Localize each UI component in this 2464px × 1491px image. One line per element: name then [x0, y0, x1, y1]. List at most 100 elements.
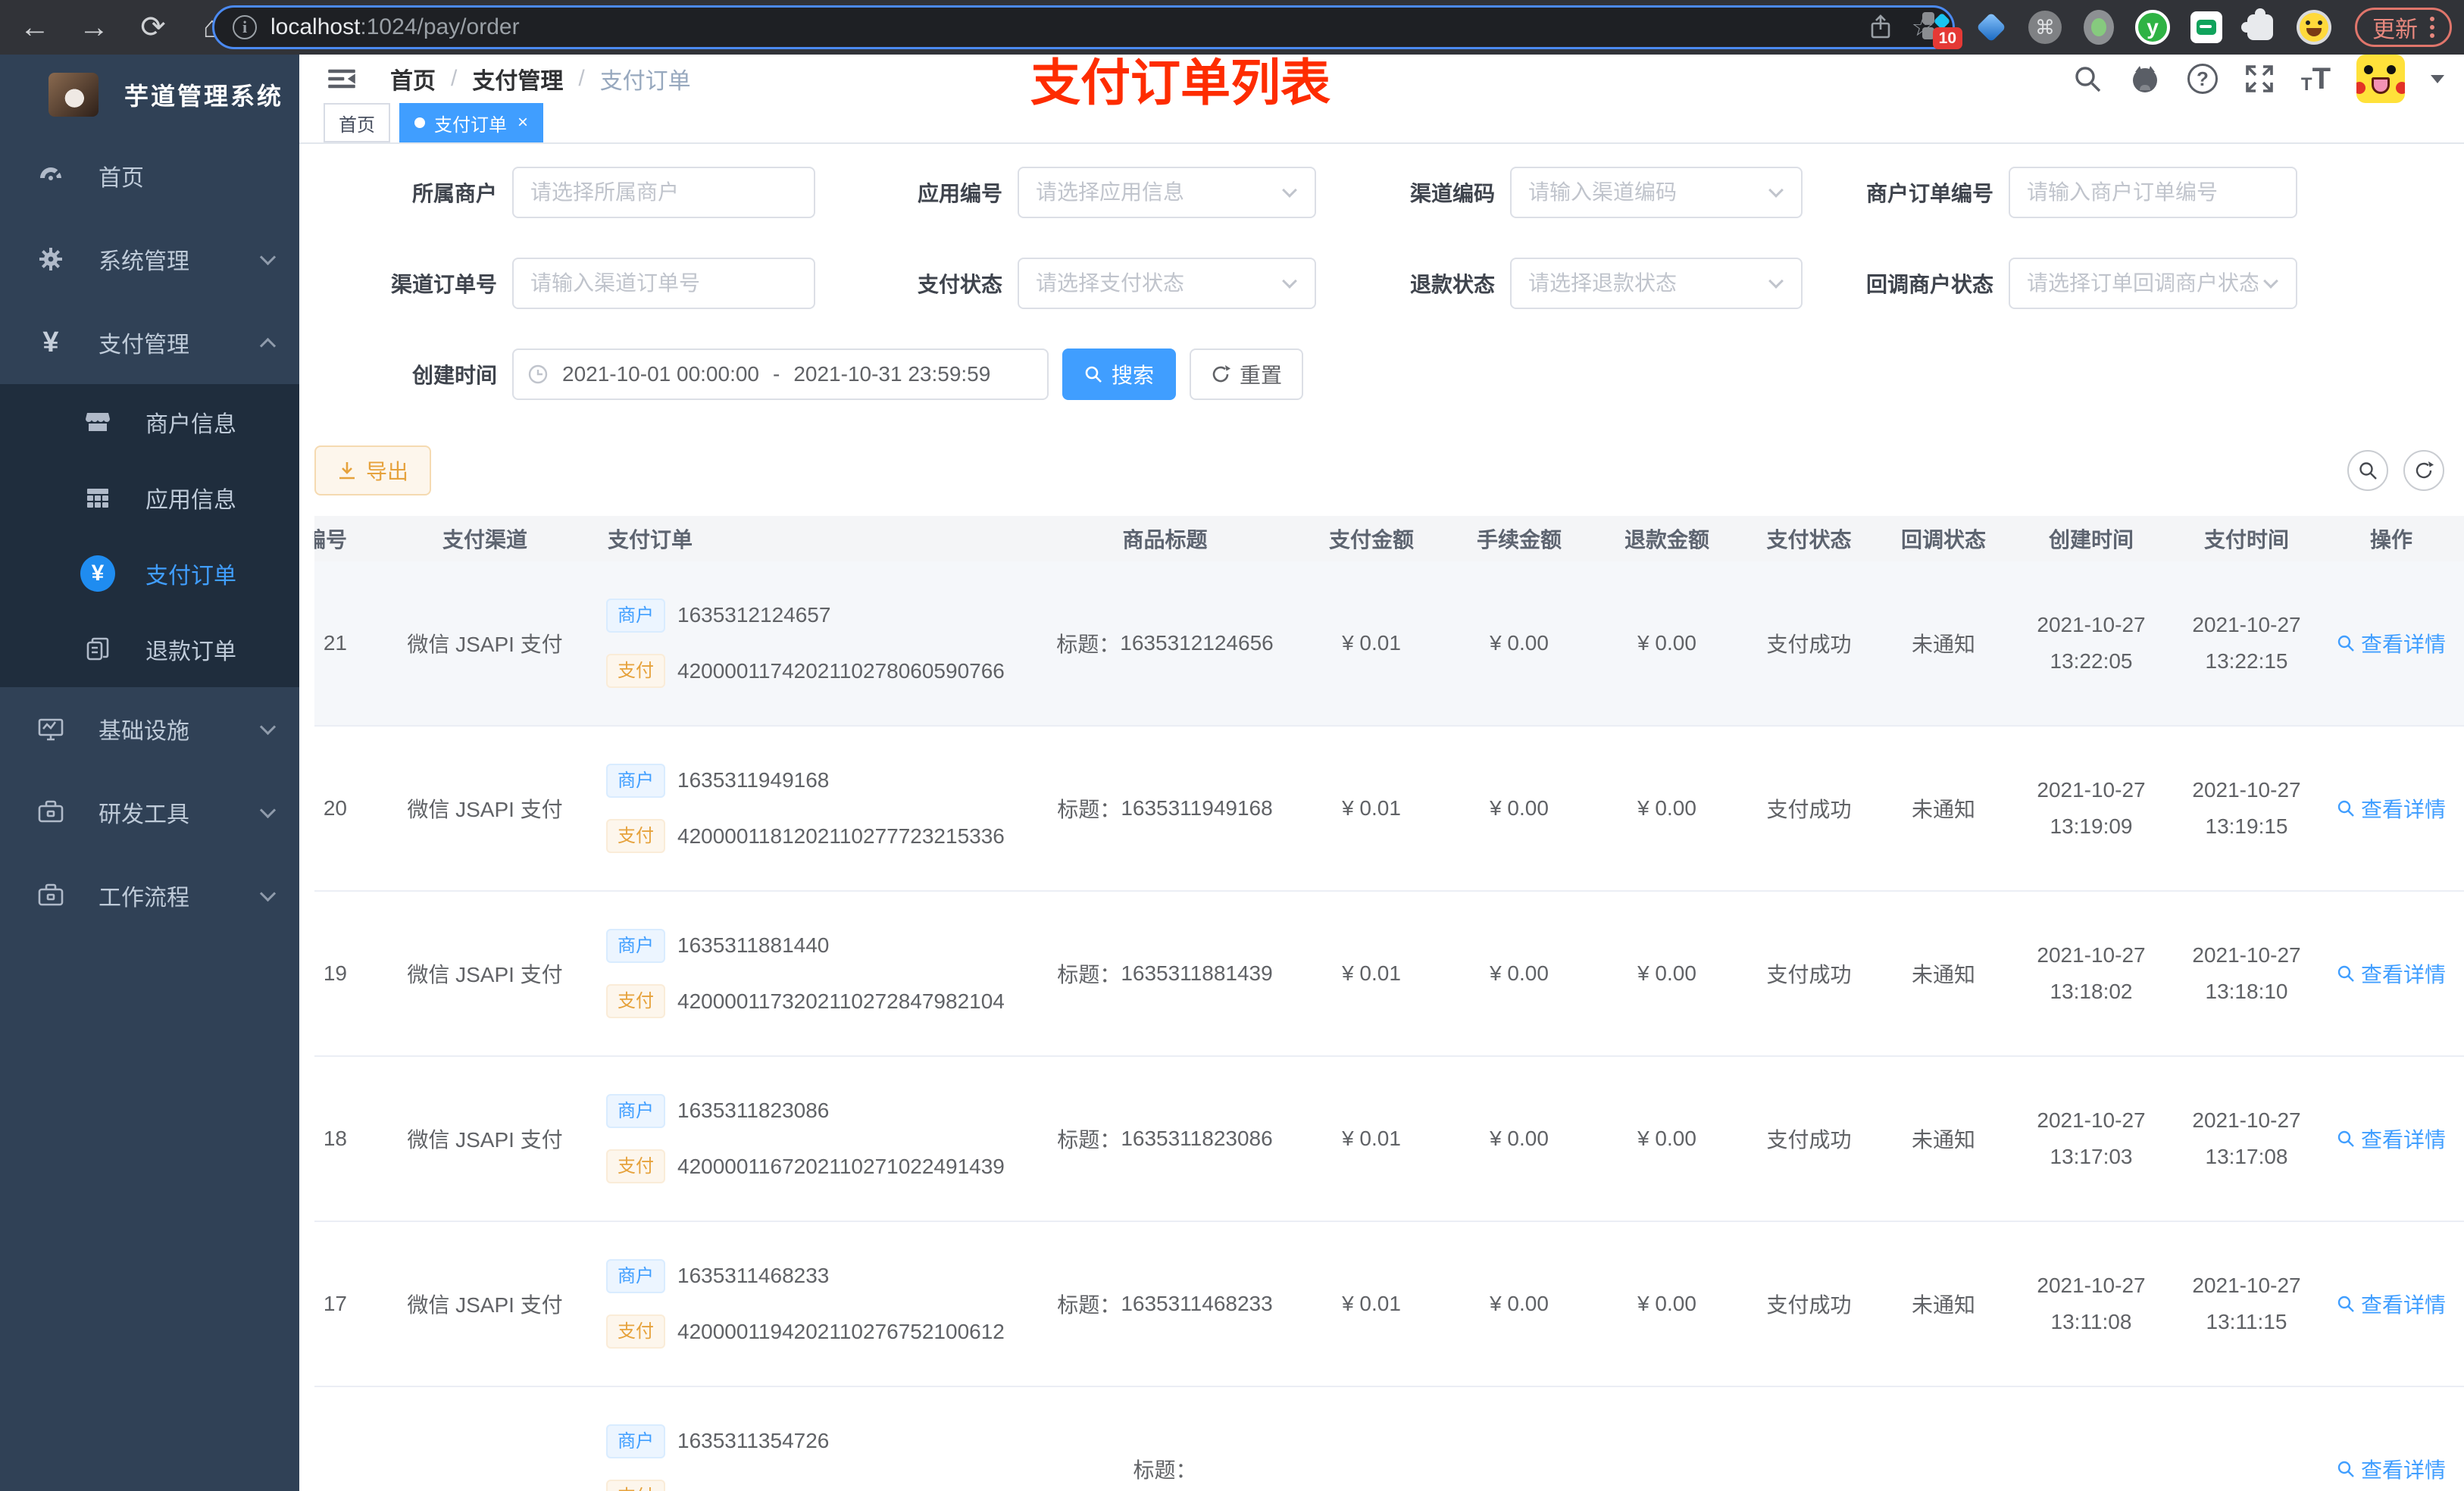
- cell-create-time: 2021-10-27 13:22:05: [2037, 612, 2146, 673]
- sidebar-item-label: 系统管理: [98, 249, 189, 274]
- search-icon: [2337, 635, 2354, 652]
- sidebar-item-pay-order[interactable]: ¥ 支付订单: [0, 536, 299, 611]
- cell-amount: ¥ 0.01: [1342, 631, 1401, 655]
- app-logo[interactable]: 芋道管理系统: [0, 55, 299, 134]
- notify-status-select[interactable]: [2009, 258, 2297, 309]
- merchant-input[interactable]: [512, 167, 815, 218]
- browser-update-button[interactable]: 更新: [2355, 8, 2452, 47]
- merchant-tag: 商户: [606, 598, 665, 633]
- search-button[interactable]: 搜索: [1062, 349, 1176, 400]
- extension-oval-icon[interactable]: [2081, 10, 2116, 45]
- table-toolbar: 导出: [314, 445, 2464, 495]
- avatar-caret-icon[interactable]: [2431, 74, 2444, 83]
- app-select[interactable]: [1018, 167, 1316, 218]
- cell-refund: [1595, 1387, 1739, 1491]
- view-detail-link[interactable]: 查看详情: [2337, 628, 2446, 658]
- chevron-down-icon: [259, 248, 277, 265]
- cell-pay-time: 2021-10-27 13:11:15: [2192, 1273, 2301, 1333]
- view-detail-link[interactable]: 查看详情: [2337, 1124, 2446, 1154]
- cell-id: 17: [323, 1292, 347, 1315]
- extension-blocks-icon[interactable]: 10: [1920, 10, 1962, 49]
- sidebar-item-infrastructure[interactable]: 基础设施: [0, 687, 299, 771]
- view-detail-link[interactable]: 查看详情: [2337, 1289, 2446, 1319]
- back-icon[interactable]: ←: [18, 11, 52, 45]
- view-detail-link[interactable]: 查看详情: [2337, 793, 2446, 824]
- forward-icon[interactable]: →: [77, 11, 111, 45]
- extension-gem-icon[interactable]: [1974, 10, 2009, 45]
- pay-tag: 支付: [606, 984, 665, 1019]
- close-icon[interactable]: ×: [518, 112, 528, 133]
- sidebar-item-app-info[interactable]: 应用信息: [0, 460, 299, 536]
- cell-title: 标题：: [1133, 1458, 1197, 1482]
- view-detail-link[interactable]: 查看详情: [2337, 958, 2446, 989]
- sidebar-item-merchant-info[interactable]: 商户信息: [0, 384, 299, 460]
- site-info-icon[interactable]: i: [233, 15, 257, 39]
- cell-fee: [1443, 1387, 1595, 1491]
- github-icon[interactable]: [2128, 62, 2162, 95]
- page-title: 支付订单列表: [1030, 55, 1330, 111]
- search-icon[interactable]: [2072, 64, 2103, 94]
- sidebar-item-home[interactable]: 首页: [0, 134, 299, 217]
- sidebar-item-workflow[interactable]: 工作流程: [0, 854, 299, 937]
- breadcrumb-pay-manage[interactable]: 支付管理: [472, 62, 563, 95]
- pay-status-select[interactable]: [1018, 258, 1316, 309]
- extension-y-icon[interactable]: y: [2135, 10, 2170, 45]
- cell-pay-time: 2021-10-27 13:18:10: [2192, 942, 2301, 1003]
- merchant-order-no-input[interactable]: [2009, 167, 2297, 218]
- sidebar-item-refund-order[interactable]: 退款订单: [0, 611, 299, 687]
- hamburger-fold-icon[interactable]: [327, 64, 357, 94]
- cell-channel: 微信 JSAPI 支付: [407, 963, 563, 986]
- reload-icon[interactable]: ⟳: [136, 10, 170, 45]
- cell-pay-order: 商户 1635311823086 支付 4200001167202110271022…: [599, 1057, 1030, 1221]
- channel-code-select[interactable]: [1510, 167, 1803, 218]
- view-detail-link[interactable]: 查看详情: [2337, 1454, 2446, 1484]
- browser-profile-avatar[interactable]: [2297, 10, 2331, 45]
- toggle-search-button[interactable]: [2347, 450, 2388, 491]
- filter-channel-order-no: 渠道订单号: [314, 258, 818, 309]
- sidebar-item-dev-tools[interactable]: 研发工具: [0, 771, 299, 854]
- yen-circle-icon: ¥: [80, 555, 115, 592]
- reset-button[interactable]: 重置: [1190, 349, 1303, 400]
- sidebar-item-pay[interactable]: ¥ 支付管理: [0, 301, 299, 384]
- sidebar-item-system[interactable]: 系统管理: [0, 217, 299, 301]
- cell-title: 标题： 1635312124656: [1056, 631, 1274, 656]
- sidebar-item-label: 首页: [98, 166, 144, 191]
- browser-menu-icon[interactable]: [2430, 17, 2434, 38]
- extension-badge: 10: [1932, 27, 1962, 49]
- app-title: 芋道管理系统: [124, 82, 284, 110]
- extensions-puzzle-icon[interactable]: [2241, 8, 2278, 45]
- cell-status: 支付成功: [1766, 798, 1852, 821]
- font-size-icon[interactable]: TT: [2301, 64, 2331, 94]
- fullscreen-icon[interactable]: [2244, 63, 2275, 95]
- sidebar: 芋道管理系统 首页 系统管理 ¥ 支付管理 商户信息 应用信息 ¥ 支付订单 退…: [0, 55, 299, 1491]
- cell-action: 查看详情: [2319, 1387, 2464, 1491]
- refresh-table-button[interactable]: [2403, 450, 2444, 491]
- refund-status-select[interactable]: [1510, 258, 1803, 309]
- date-range-input[interactable]: 2021-10-01 00:00:00 - 2021-10-31 23:59:5…: [512, 349, 1049, 400]
- cell-pay-order: 商户 1635311881440 支付 4200001173202110272847…: [599, 892, 1030, 1055]
- user-avatar[interactable]: [2356, 55, 2405, 103]
- chevron-down-icon: [259, 885, 277, 902]
- cell-notify: 未通知: [1911, 798, 1975, 821]
- filter-form: 所属商户 应用编号 渠道编码 商户订单编号 渠道订单号: [314, 167, 2464, 309]
- chevron-down-icon: [1282, 274, 1297, 289]
- active-dot: [414, 117, 425, 128]
- breadcrumb-home[interactable]: 首页: [390, 62, 436, 95]
- tag-home[interactable]: 首页: [324, 103, 390, 142]
- cell-channel: 微信 JSAPI 支付: [407, 798, 563, 821]
- search-icon: [2337, 965, 2354, 982]
- help-icon[interactable]: ?: [2187, 64, 2218, 94]
- filter-channel-code: 渠道编码: [1316, 167, 1803, 218]
- cell-notify: 未通知: [1911, 633, 1975, 656]
- sidebar-submenu-pay: 商户信息 应用信息 ¥ 支付订单 退款订单: [0, 384, 299, 687]
- tag-pay-order[interactable]: 支付订单 ×: [399, 103, 544, 142]
- channel-order-no-input[interactable]: [512, 258, 815, 309]
- cell-fee: ¥ 0.00: [1490, 796, 1549, 820]
- cell-title: 标题： 1635311823086: [1057, 1127, 1273, 1152]
- export-button[interactable]: 导出: [314, 445, 431, 495]
- cell-create-time: 2021-10-27 13:19:09: [2037, 777, 2146, 838]
- share-icon[interactable]: [1869, 14, 1892, 40]
- extension-chat-icon[interactable]: [2189, 10, 2224, 45]
- search-icon: [2337, 1461, 2354, 1477]
- extension-command-icon[interactable]: ⌘: [2028, 10, 2062, 45]
